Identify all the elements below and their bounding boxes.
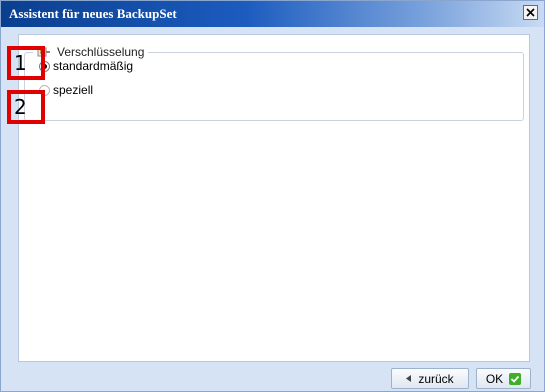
radio-option-standard[interactable]: standardmäßig <box>39 59 133 73</box>
wizard-content: Verschlüsselung standardmäßig speziell <box>18 34 530 362</box>
ok-button[interactable]: OK <box>476 368 531 389</box>
backupset-wizard-dialog: Assistent für neues BackupSet Verschlüss… <box>0 0 545 392</box>
ok-button-label: OK <box>485 371 504 386</box>
annotation-marker-1: 1 <box>7 46 45 80</box>
annotation-marker-1-label: 1 <box>14 51 27 75</box>
back-button[interactable]: zurück <box>391 368 469 389</box>
green-check-icon <box>509 372 522 385</box>
annotation-marker-2-label: 2 <box>14 95 27 119</box>
radio-label-special: speziell <box>53 83 94 97</box>
encryption-fieldset: Verschlüsselung standardmäßig speziell <box>24 44 524 121</box>
arrow-left-icon <box>406 375 412 382</box>
encryption-legend-label: Verschlüsselung <box>57 45 145 59</box>
dialog-title: Assistent für neues BackupSet <box>9 6 177 21</box>
close-icon <box>526 8 535 17</box>
encryption-legend: Verschlüsselung <box>33 44 149 60</box>
back-button-label: zurück <box>418 371 454 386</box>
radio-label-standard: standardmäßig <box>53 59 134 73</box>
close-button[interactable] <box>523 5 538 20</box>
radio-option-special[interactable]: speziell <box>39 83 93 97</box>
title-bar: Assistent für neues BackupSet <box>1 1 544 27</box>
annotation-marker-2: 2 <box>7 90 45 124</box>
